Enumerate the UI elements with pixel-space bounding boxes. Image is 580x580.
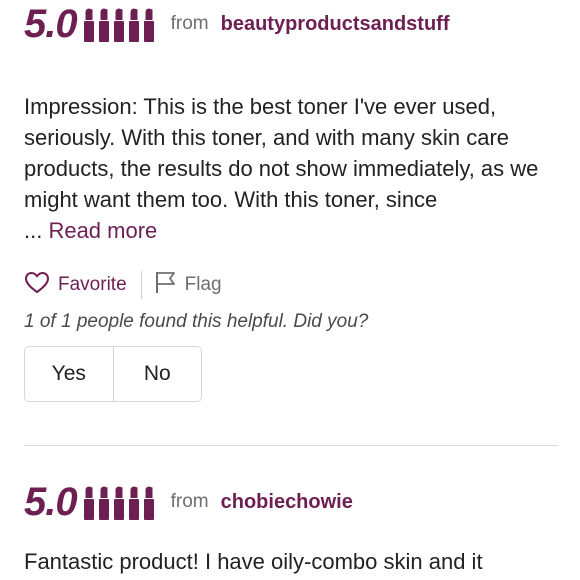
rating-score: 5.0	[24, 479, 78, 524]
lipstick-icon	[128, 486, 140, 520]
ellipsis: ...	[24, 218, 49, 243]
review-divider	[24, 445, 558, 446]
lipstick-icon	[83, 486, 95, 520]
favorite-button[interactable]: Favorite	[24, 271, 127, 300]
lipstick-icon	[98, 8, 110, 42]
flag-outline-icon	[154, 270, 178, 300]
reviewer-username[interactable]: beautyproductsandstuff	[221, 13, 450, 36]
lipstick-icon	[143, 486, 155, 520]
no-button[interactable]: No	[112, 347, 201, 401]
action-divider	[140, 271, 142, 299]
review-card: 5.0 from beautyproductsandstuff Impressi…	[24, 0, 558, 402]
lipstick-icon	[113, 8, 125, 42]
review-rating-row: 5.0 from chobiechowie	[24, 478, 558, 526]
lipstick-rating	[83, 6, 155, 42]
lipstick-icon	[143, 8, 155, 42]
helpful-text: 1 of 1 people found this helpful. Did yo…	[24, 311, 369, 332]
from-label: from	[170, 491, 209, 512]
flag-label: Flag	[184, 274, 222, 295]
heart-outline-icon	[24, 271, 50, 300]
review-card: 5.0 from chobiechowie Fantastic product!…	[24, 478, 558, 577]
review-rating-row: 5.0 from beautyproductsandstuff	[24, 0, 558, 48]
lipstick-icon	[113, 486, 125, 520]
helpful-vote-buttons: Yes No	[24, 346, 202, 402]
lipstick-icon	[83, 8, 95, 42]
review-body: Impression: This is the best toner I've …	[24, 94, 539, 212]
yes-button[interactable]: Yes	[25, 347, 113, 401]
reviewer-username[interactable]: chobiechowie	[221, 491, 353, 514]
lipstick-icon	[128, 8, 140, 42]
favorite-label: Favorite	[58, 274, 127, 295]
review-text: Fantastic product! I have oily-combo ski…	[24, 546, 558, 577]
from-label: from	[170, 13, 209, 34]
lipstick-icon	[98, 486, 110, 520]
flag-button[interactable]: Flag	[154, 270, 222, 300]
review-actions: Favorite Flag	[24, 270, 558, 300]
read-more-link[interactable]: Read more	[48, 218, 157, 243]
review-body: Fantastic product! I have oily-combo ski…	[24, 549, 483, 574]
lipstick-rating	[83, 484, 155, 520]
rating-score: 5.0	[24, 1, 78, 46]
review-text: Impression: This is the best toner I've …	[24, 91, 558, 246]
